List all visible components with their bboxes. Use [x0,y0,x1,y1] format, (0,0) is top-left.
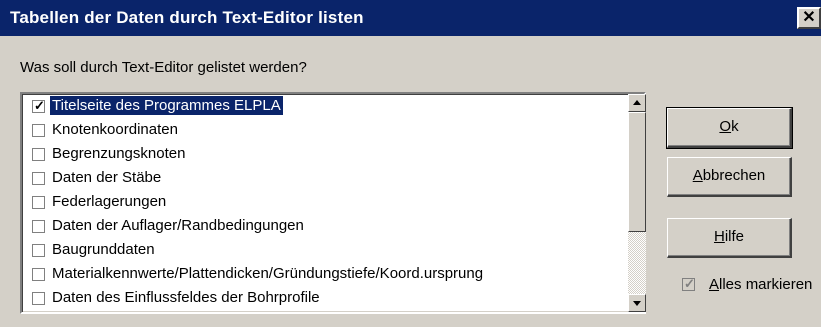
item-checkbox[interactable] [32,292,45,305]
item-checkbox[interactable] [32,172,45,185]
item-checkbox[interactable]: ✓ [32,98,45,113]
ok-button[interactable]: Ok [666,107,793,149]
item-checkbox[interactable] [32,268,45,281]
list-item[interactable]: Daten der Stäbe [22,166,628,190]
mark-all-box[interactable]: ✓ [682,276,695,291]
item-label: Titelseite des Programmes ELPLA [49,95,284,116]
cancel-accel: A [692,167,703,184]
item-label: Daten des Einflussfeldes der Bohrprofile [52,289,320,306]
item-checkbox[interactable] [32,220,45,233]
checkmark-icon: ✓ [34,98,45,113]
scroll-down-button[interactable] [628,294,646,312]
item-checkbox[interactable] [32,244,45,257]
item-label: Daten der Auflager/Randbedingungen [52,217,304,234]
vertical-scrollbar[interactable] [628,94,646,312]
window-title: Tabellen der Daten durch Text-Editor lis… [10,8,364,27]
list-item[interactable]: Begrenzungsknoten [22,142,628,166]
list-item[interactable]: Baugrunddaten [22,238,628,262]
question-label: Was soll durch Text-Editor gelistet werd… [20,59,307,76]
ok-label: k [731,118,739,135]
ok-accel: O [719,118,732,135]
list-item[interactable]: Knotenkoordinaten [22,118,628,142]
list-item[interactable]: ✓ Titelseite des Programmes ELPLA [22,94,628,118]
mark-all-accel: A [709,276,720,293]
close-button[interactable]: ✕ [797,7,821,29]
mark-all-label: Alles markieren [709,276,812,293]
arrow-down-icon [633,301,641,306]
checklist-box[interactable]: ✓ Titelseite des Programmes ELPLA Knotenko… [20,92,646,314]
help-accel: H [713,228,725,245]
title-bar[interactable]: Tabellen der Daten durch Text-Editor lis… [0,0,821,36]
item-label: Knotenkoordinaten [52,121,178,138]
scroll-thumb[interactable] [628,112,646,232]
scroll-up-button[interactable] [628,94,646,112]
item-checkbox[interactable] [32,148,45,161]
close-icon: ✕ [802,9,816,26]
item-label: Baugrunddaten [52,241,155,258]
cancel-button[interactable]: Abbrechen [667,157,792,197]
item-label: Federlagerungen [52,193,167,210]
list-item[interactable]: Daten des Einflussfeldes der Bohrprofile [22,286,628,310]
item-label: Begrenzungsknoten [52,145,186,162]
checklist-items: ✓ Titelseite des Programmes ELPLA Knotenko… [22,94,628,310]
arrow-up-icon [633,100,641,105]
mark-all-rest: lles markieren [719,276,813,293]
cancel-label: bbrechen [702,167,766,184]
list-item[interactable]: Federlagerungen [22,190,628,214]
help-button[interactable]: Hilfe [667,218,792,258]
item-checkbox[interactable] [32,196,45,209]
checkmark-icon: ✓ [684,276,695,291]
item-label: Materialkennwerte/Plattendicken/Gründung… [52,265,484,282]
item-label: Daten der Stäbe [52,169,162,186]
mark-all-checkbox[interactable]: ✓ Alles markieren [682,276,821,296]
list-item[interactable]: Daten der Auflager/Randbedingungen [22,214,628,238]
item-checkbox[interactable] [32,124,45,137]
help-label: ilfe [724,228,745,245]
list-item[interactable]: Materialkennwerte/Plattendicken/Gründung… [22,262,628,286]
